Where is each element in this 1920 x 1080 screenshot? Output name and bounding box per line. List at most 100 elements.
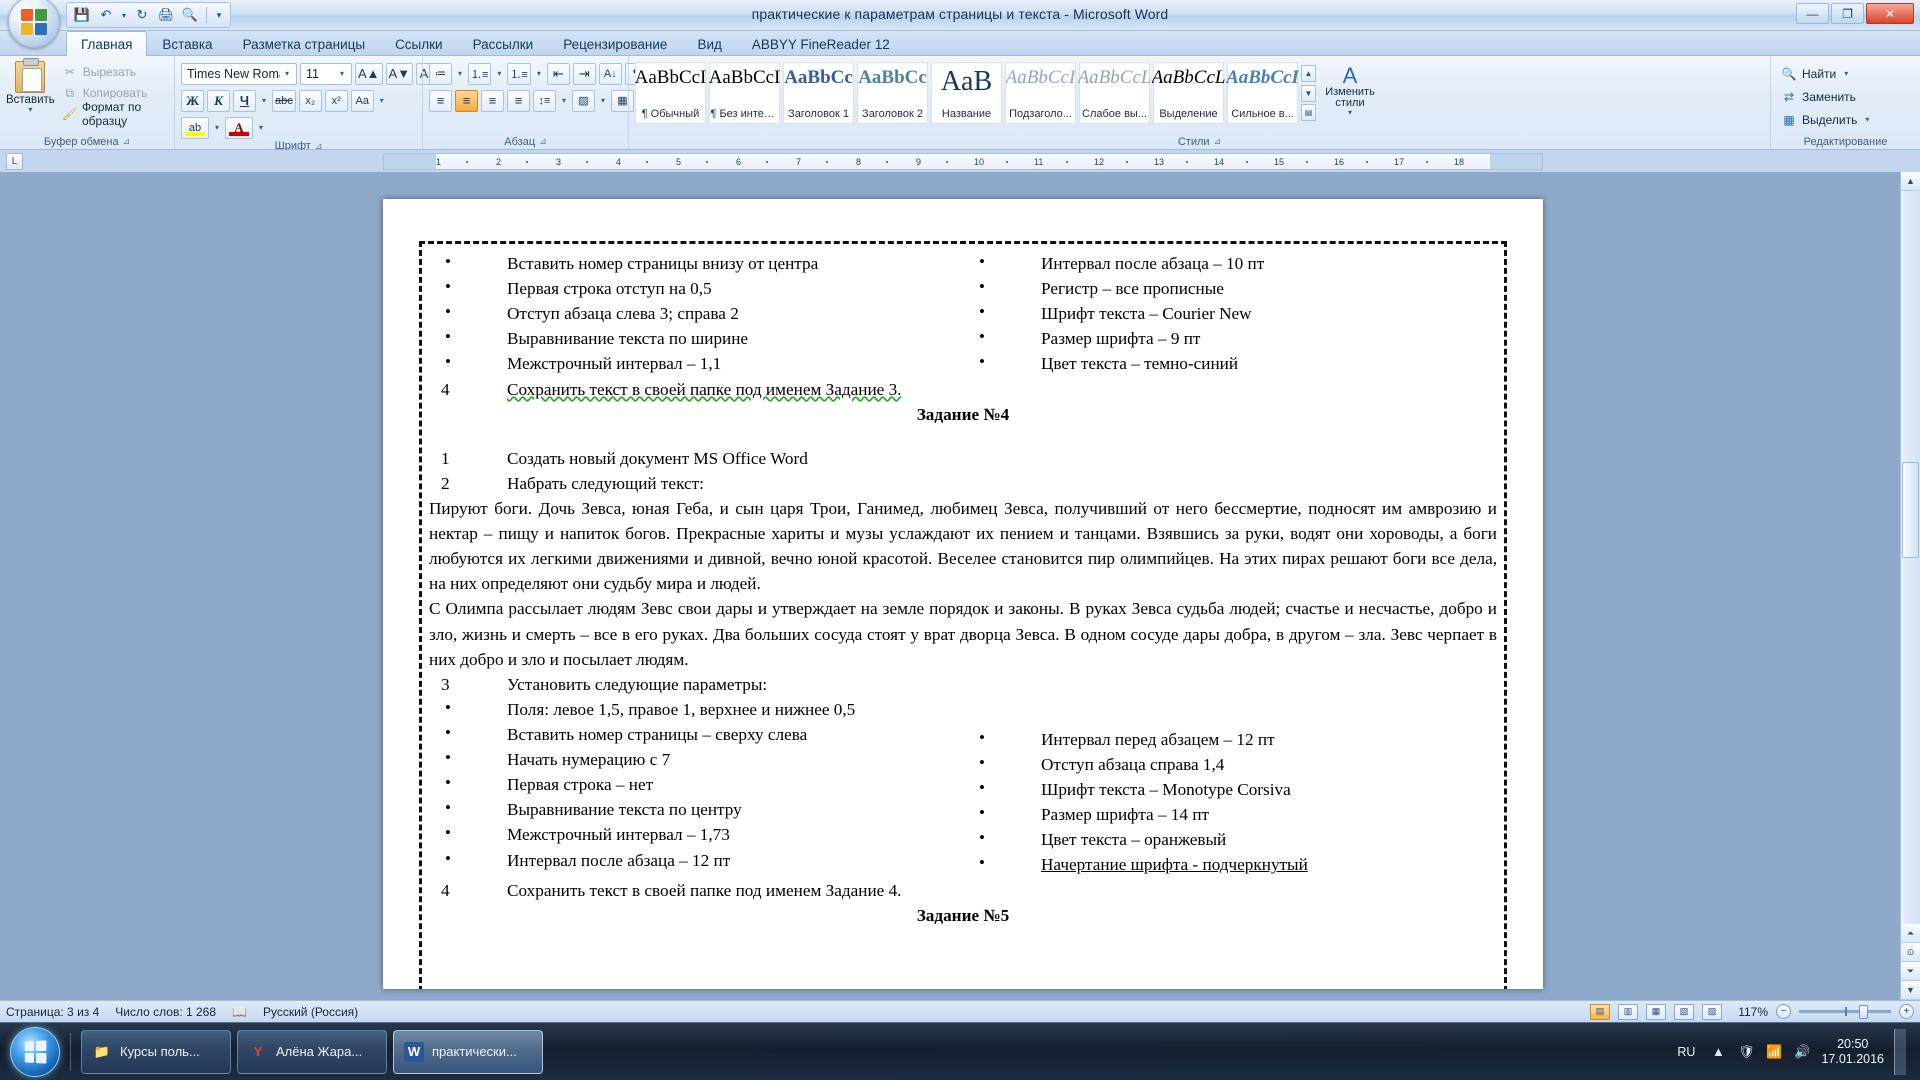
start-button[interactable] — [10, 1026, 60, 1077]
cut-button[interactable]: ✂ Вырезать — [58, 62, 168, 82]
grow-font-button[interactable]: A▲ — [355, 62, 383, 85]
page-indicator[interactable]: Страница: 3 из 4 — [6, 1005, 99, 1019]
increase-indent-button[interactable]: ⇥ — [572, 62, 596, 85]
select-browse-object-icon[interactable]: ⊙ — [1901, 943, 1920, 962]
bold-button[interactable]: Ж — [181, 89, 204, 112]
align-left-button[interactable]: ≡ — [429, 89, 452, 112]
tab-view[interactable]: Вид — [682, 32, 736, 55]
style-item-subtitle[interactable]: AaBbCcI Подзаголо... — [1005, 62, 1076, 124]
view-outline-button[interactable]: ▧ — [1674, 1003, 1694, 1020]
document-text[interactable]: Вставить номер страницы внизу от центра … — [383, 199, 1543, 928]
underline-caret-icon[interactable]: ▾ — [259, 96, 269, 105]
numbering-button[interactable]: ⒈≡ — [468, 62, 492, 85]
justify-button[interactable]: ≡ — [507, 89, 530, 112]
taskbar-item-word[interactable]: W практически... — [393, 1029, 543, 1074]
scroll-up-icon[interactable]: ▲ — [1901, 172, 1920, 191]
change-case-caret-icon[interactable]: ▾ — [377, 96, 387, 105]
zoom-slider-thumb[interactable] — [1859, 1004, 1868, 1019]
word-count[interactable]: Число слов: 1 268 — [115, 1005, 216, 1019]
view-print-layout-button[interactable]: ▤ — [1590, 1003, 1610, 1020]
style-item-intense-emphasis[interactable]: AaBbCcI Сильное в... — [1226, 62, 1299, 124]
shading-caret-icon[interactable]: ▾ — [598, 96, 608, 105]
scrollbar-thumb[interactable] — [1902, 462, 1919, 558]
find-button[interactable]: 🔍 Найти ▾ — [1777, 63, 1855, 84]
align-right-button[interactable]: ≡ — [481, 89, 504, 112]
superscript-button[interactable]: x² — [324, 89, 348, 112]
styles-scroll-up-icon[interactable]: ▲ — [1301, 65, 1316, 82]
font-color-button[interactable]: A — [225, 116, 253, 139]
font-size-combobox[interactable]: 11 ▾ — [300, 62, 352, 85]
change-styles-button[interactable]: A Изменить стили ▾ — [1319, 62, 1381, 124]
tab-insert[interactable]: Вставка — [147, 32, 227, 55]
network-icon[interactable]: 📶 — [1765, 1043, 1783, 1061]
next-page-icon[interactable]: ⏷ — [1901, 962, 1920, 981]
select-caret-icon[interactable]: ▾ — [1862, 115, 1872, 124]
paste-caret-icon[interactable]: ▾ — [28, 106, 32, 114]
subscript-button[interactable]: x₂ — [298, 89, 322, 112]
paste-button[interactable]: Вставить ▾ — [6, 58, 55, 114]
text-highlight-button[interactable]: ab — [181, 116, 209, 139]
styles-more-icon[interactable]: ▤ — [1301, 104, 1316, 121]
previous-page-icon[interactable]: ⏶ — [1901, 924, 1920, 943]
bullets-button[interactable]: ≔ — [429, 62, 452, 85]
volume-icon[interactable]: 🔊 — [1793, 1043, 1811, 1061]
tab-home[interactable]: Главная — [66, 31, 148, 56]
document-page[interactable]: Вставить номер страницы внизу от центра … — [383, 199, 1543, 989]
proofing-status[interactable]: 📖 — [232, 1005, 247, 1019]
font-color-caret-icon[interactable]: ▾ — [256, 123, 266, 132]
font-name-combobox[interactable]: Times New Roman ▾ — [181, 62, 297, 85]
style-item-normal[interactable]: AaBbCcI ¶ Обычный — [635, 62, 706, 124]
view-full-screen-reading-button[interactable]: ▥ — [1618, 1003, 1638, 1020]
tab-mailings[interactable]: Рассылки — [458, 32, 549, 55]
style-item-heading1[interactable]: AaBbCc Заголовок 1 — [783, 62, 854, 124]
tab-abbyy-finereader[interactable]: ABBYY FineReader 12 — [737, 32, 905, 55]
line-spacing-caret-icon[interactable]: ▾ — [559, 96, 569, 105]
paragraph-dialog-launcher-icon[interactable]: ⊿ — [539, 136, 547, 147]
taskbar-item-folder[interactable]: 📁 Курсы поль... — [81, 1029, 231, 1074]
clock[interactable]: 20:50 17.01.2016 — [1821, 1037, 1884, 1067]
shrink-font-button[interactable]: A▼ — [385, 62, 414, 85]
change-case-button[interactable]: Aa — [350, 89, 374, 112]
align-center-button[interactable]: ≡ — [455, 89, 478, 112]
shading-button[interactable]: ▨ — [572, 89, 595, 112]
show-hidden-icons-icon[interactable]: ▲ — [1709, 1043, 1727, 1061]
show-desktop-button[interactable] — [1894, 1028, 1906, 1075]
line-spacing-button[interactable]: ↕≡ — [533, 89, 556, 112]
underline-button[interactable]: Ч — [233, 89, 256, 112]
select-button[interactable]: ▦ Выделить ▾ — [1777, 109, 1876, 130]
numbering-caret-icon[interactable]: ▾ — [494, 69, 504, 78]
find-caret-icon[interactable]: ▾ — [1841, 69, 1851, 78]
style-item-emphasis[interactable]: AaBbCcL Выделение — [1152, 62, 1225, 124]
zoom-out-button[interactable]: − — [1776, 1004, 1791, 1019]
style-item-title[interactable]: AaB Название — [931, 62, 1002, 124]
tab-review[interactable]: Рецензирование — [548, 32, 682, 55]
styles-dialog-launcher-icon[interactable]: ⊿ — [1214, 136, 1222, 147]
sort-button[interactable]: A↓ — [598, 62, 622, 85]
decrease-indent-button[interactable]: ⇤ — [546, 62, 570, 85]
language-indicator[interactable]: Русский (Россия) — [263, 1005, 358, 1019]
language-indicator-tray[interactable]: RU — [1673, 1044, 1699, 1060]
multilevel-caret-icon[interactable]: ▾ — [534, 69, 544, 78]
tab-page-layout[interactable]: Разметка страницы — [228, 32, 380, 55]
horizontal-ruler[interactable]: 1 2 3 4 5 6 7 8 9 10 11 12 13 14 15 16 1… — [383, 153, 1543, 170]
font-size-caret-icon[interactable]: ▾ — [335, 69, 349, 78]
zoom-in-button[interactable]: + — [1899, 1004, 1914, 1019]
taskbar-item-browser[interactable]: Y Алёна Жара... — [237, 1029, 387, 1074]
multilevel-list-button[interactable]: ⒈≡ — [507, 62, 531, 85]
close-button[interactable]: ✕ — [1866, 3, 1914, 24]
style-item-subtle-emphasis[interactable]: AaBbCcL Слабое вы... — [1078, 62, 1151, 124]
change-styles-caret-icon[interactable]: ▾ — [1348, 109, 1352, 117]
bullets-caret-icon[interactable]: ▾ — [455, 69, 465, 78]
vertical-scrollbar[interactable]: ▲ ⏶ ⊙ ⏷ ▼ — [1900, 172, 1920, 1000]
strikethrough-button[interactable]: abc — [272, 89, 296, 112]
clipboard-dialog-launcher-icon[interactable]: ⊿ — [123, 136, 131, 147]
style-item-no-spacing[interactable]: AaBbCcI ¶ Без интер... — [709, 62, 780, 124]
scroll-down-icon[interactable]: ▼ — [1901, 981, 1920, 1000]
zoom-slider[interactable] — [1799, 1004, 1891, 1019]
document-canvas[interactable]: Вставить номер страницы внизу от центра … — [0, 172, 1920, 1000]
format-painter-button[interactable]: 🖌 Формат по образцу — [58, 100, 168, 128]
minimize-button[interactable]: — — [1796, 3, 1829, 24]
highlight-caret-icon[interactable]: ▾ — [212, 123, 222, 132]
tab-references[interactable]: Ссылки — [380, 32, 458, 55]
view-draft-button[interactable]: ▨ — [1702, 1003, 1722, 1020]
